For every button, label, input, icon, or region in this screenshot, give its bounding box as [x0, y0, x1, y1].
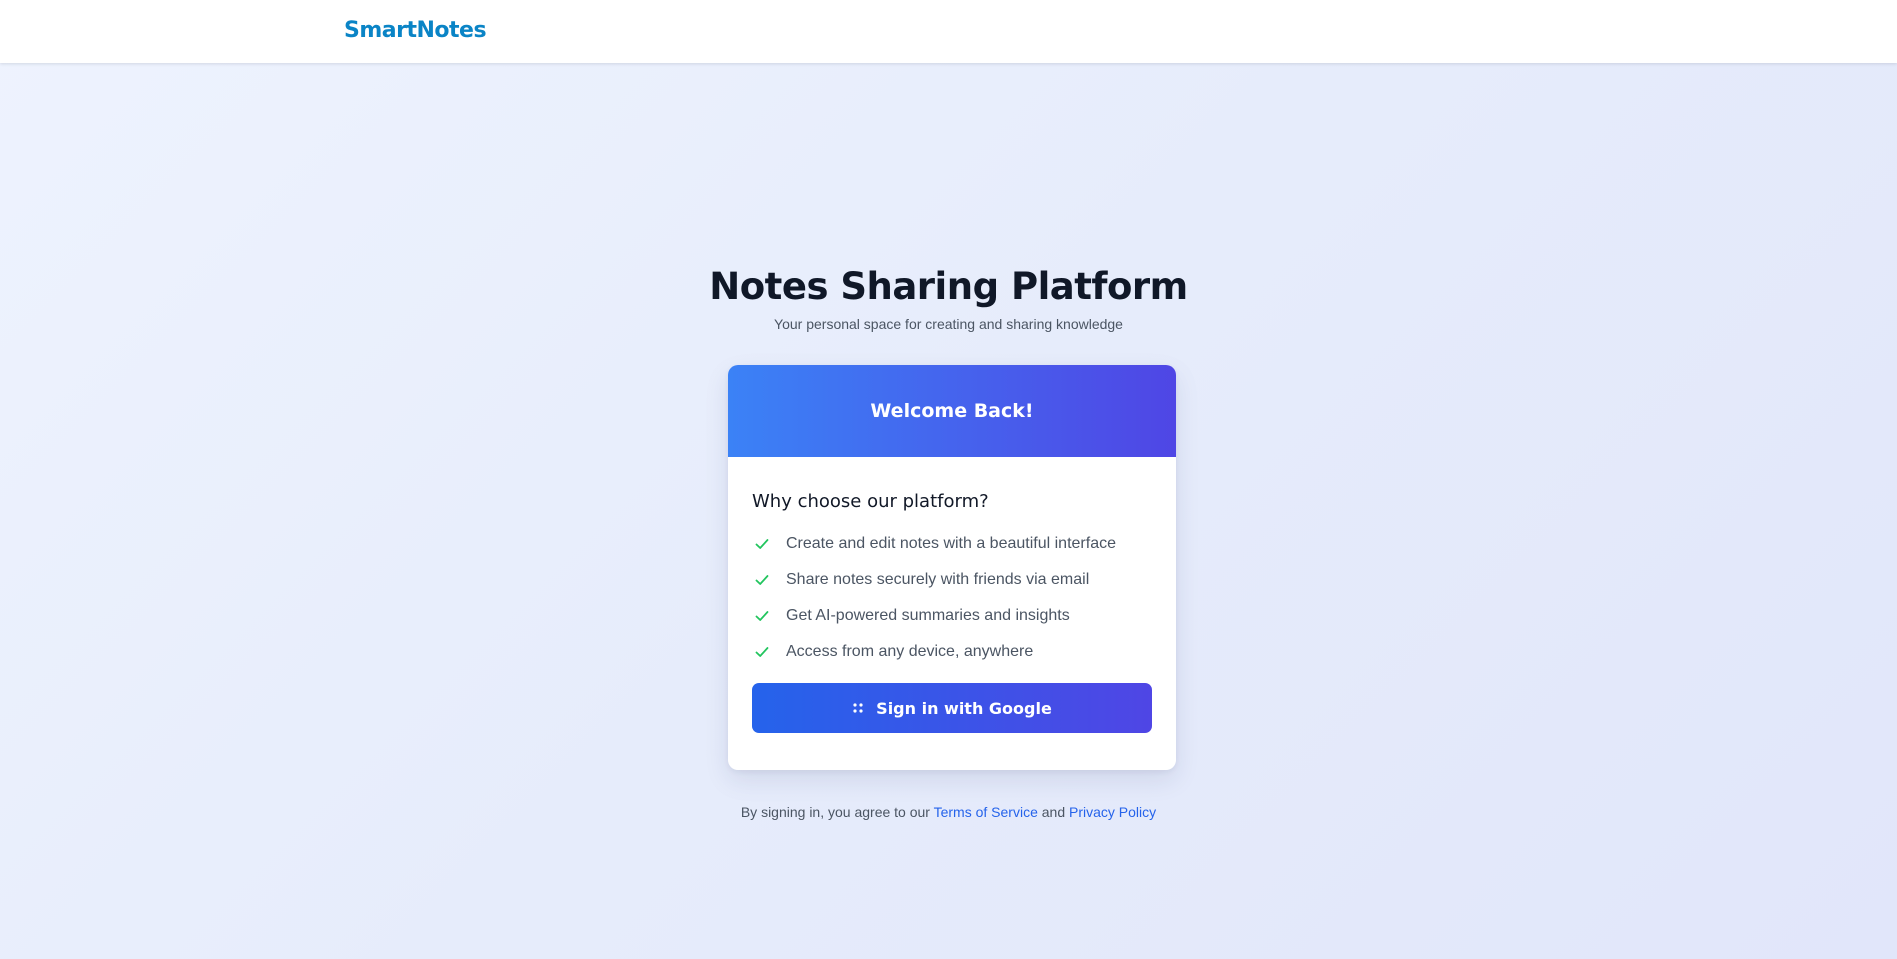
feature-text: Access from any device, anywhere — [786, 643, 1034, 660]
page-subtitle: Your personal space for creating and sha… — [774, 316, 1123, 332]
privacy-policy-link[interactable]: Privacy Policy — [1069, 804, 1156, 820]
login-card: Welcome Back! Why choose our platform? C… — [728, 365, 1176, 770]
feature-item: Access from any device, anywhere — [752, 634, 1152, 670]
google-icon — [853, 703, 863, 713]
terms-of-service-link[interactable]: Terms of Service — [934, 804, 1038, 820]
page-title: Notes Sharing Platform — [709, 265, 1188, 308]
card-header-title: Welcome Back! — [870, 400, 1034, 422]
feature-item: Share notes securely with friends via em… — [752, 562, 1152, 598]
feature-list: Create and edit notes with a beautiful i… — [752, 526, 1152, 670]
check-icon — [755, 539, 769, 549]
hero-section: Notes Sharing Platform Your personal spa… — [0, 262, 1897, 332]
feature-text: Create and edit notes with a beautiful i… — [786, 535, 1116, 552]
feature-text: Share notes securely with friends via em… — [786, 571, 1090, 588]
feature-item: Create and edit notes with a beautiful i… — [752, 526, 1152, 562]
top-navbar: SmartNotes — [0, 0, 1897, 63]
check-icon — [755, 647, 769, 657]
check-icon — [755, 611, 769, 621]
legal-prefix: By signing in, you agree to our — [740, 804, 930, 820]
check-icon — [755, 575, 769, 585]
sign-in-with-google-button[interactable]: Sign in with Google — [752, 683, 1152, 733]
card-body: Why choose our platform? Create and edit… — [728, 457, 1176, 733]
feature-item: Get AI-powered summaries and insights — [752, 598, 1152, 634]
legal-notice: By signing in, you agree to our Terms of… — [0, 804, 1897, 820]
features-heading: Why choose our platform? — [752, 491, 989, 512]
feature-text: Get AI-powered summaries and insights — [786, 607, 1070, 624]
card-header: Welcome Back! — [728, 365, 1176, 457]
legal-conjunction: and — [1041, 804, 1066, 820]
brand-logo-link[interactable]: SmartNotes — [344, 18, 487, 43]
sign-in-button-label: Sign in with Google — [876, 698, 1052, 718]
